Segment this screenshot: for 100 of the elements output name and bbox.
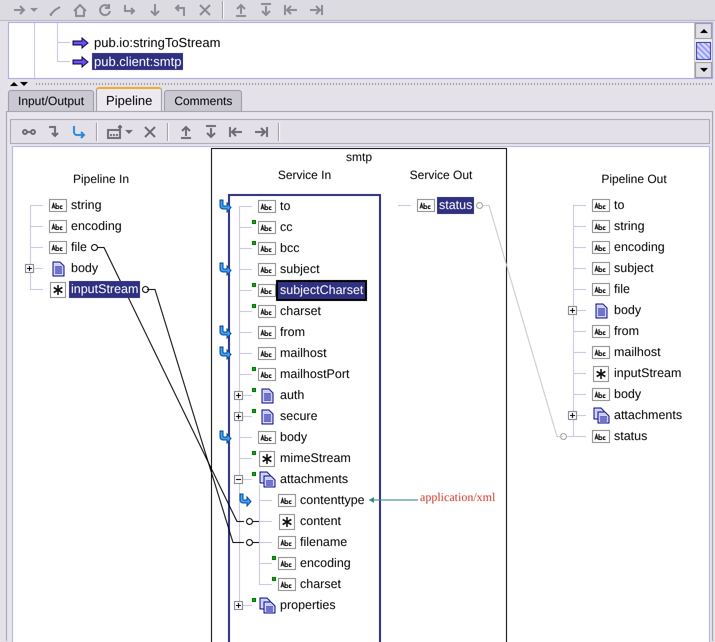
- field-name[interactable]: inputStream: [612, 365, 684, 382]
- field-name[interactable]: attachments: [612, 407, 684, 424]
- field-name[interactable]: status: [612, 428, 650, 445]
- close-icon[interactable]: [197, 2, 213, 18]
- link-handle[interactable]: [476, 202, 484, 209]
- field-name[interactable]: string: [612, 218, 647, 235]
- field-name[interactable]: status: [437, 197, 474, 214]
- column-title: Pipeline Out: [600, 171, 668, 188]
- field-name[interactable]: string: [69, 197, 104, 214]
- field-name[interactable]: body: [612, 302, 644, 319]
- annotation-arrow: [368, 497, 418, 503]
- field-name[interactable]: body: [612, 386, 644, 403]
- link-handle[interactable]: [246, 518, 253, 525]
- link-handle[interactable]: [560, 433, 567, 440]
- field-name[interactable]: to: [278, 198, 292, 215]
- string-icon: [258, 347, 276, 360]
- home-icon[interactable]: [72, 2, 88, 18]
- expand-toggle[interactable]: [25, 264, 34, 273]
- column-title: Pipeline In: [72, 171, 130, 188]
- string-icon: [417, 199, 435, 212]
- field-name[interactable]: mailhostPort: [278, 366, 352, 383]
- string-icon: [278, 494, 296, 507]
- field-name[interactable]: encoding: [69, 218, 124, 235]
- field-name[interactable]: charset: [278, 303, 323, 320]
- string-icon: [278, 557, 296, 570]
- field-name[interactable]: inputStream: [69, 281, 140, 298]
- field-name[interactable]: to: [612, 197, 626, 214]
- caret-icon[interactable]: [30, 6, 38, 14]
- field-name[interactable]: encoding: [612, 239, 667, 256]
- field-name[interactable]: properties: [278, 597, 338, 614]
- string-icon: [592, 388, 610, 401]
- field-name[interactable]: mailhost: [278, 345, 329, 362]
- string-icon: [592, 346, 610, 359]
- annotation-text: application/xml: [420, 490, 496, 505]
- document-list-icon: [258, 471, 276, 488]
- expand-toggle[interactable]: [568, 306, 577, 315]
- object-icon: [279, 514, 295, 530]
- field-name[interactable]: mimeStream: [278, 450, 353, 467]
- string-icon: [258, 284, 276, 297]
- field-name[interactable]: auth: [278, 387, 306, 404]
- caret-icon[interactable]: [125, 128, 133, 136]
- field-name[interactable]: file: [69, 239, 89, 256]
- field-name[interactable]: body: [69, 260, 100, 277]
- field-name[interactable]: attachments: [278, 471, 350, 488]
- expand-toggle[interactable]: [234, 391, 243, 400]
- scroll-up-icon[interactable]: [700, 28, 708, 34]
- field-name[interactable]: charset: [298, 576, 343, 593]
- move-right-icon[interactable]: [308, 2, 324, 18]
- document-icon: [260, 388, 274, 404]
- string-icon: [258, 326, 276, 339]
- collapse-arrow-icon[interactable]: [10, 81, 18, 87]
- object-icon: [50, 282, 66, 298]
- link-handle[interactable]: [246, 539, 253, 546]
- right-arrow-icon: [72, 56, 89, 68]
- scroll-down-icon[interactable]: [700, 67, 708, 73]
- field-name[interactable]: cc: [278, 219, 294, 236]
- string-icon: [258, 263, 276, 276]
- field-name[interactable]: subjectCharset: [278, 282, 366, 299]
- flow-step[interactable]: pub.client:smtp: [92, 53, 184, 70]
- field-name[interactable]: file: [612, 281, 632, 298]
- link-handle[interactable]: [90, 244, 98, 251]
- expand-toggle[interactable]: [568, 411, 577, 420]
- expand-arrow-icon[interactable]: [20, 81, 28, 87]
- link-handle[interactable]: [142, 286, 150, 293]
- document-icon: [594, 302, 608, 318]
- field-name[interactable]: subject: [278, 261, 322, 278]
- collapse-toggle[interactable]: [234, 475, 243, 484]
- object-icon: [259, 450, 275, 466]
- move-left-icon[interactable]: [283, 2, 299, 18]
- tab[interactable]: Input/Output: [8, 90, 94, 111]
- string-icon: [258, 368, 276, 381]
- service-title: smtp: [344, 149, 373, 166]
- field-name[interactable]: subject: [612, 260, 656, 277]
- field-name[interactable]: contenttype: [298, 492, 367, 509]
- return-arrow-icon[interactable]: [172, 2, 188, 18]
- move-down-icon[interactable]: [203, 124, 219, 140]
- field-name[interactable]: from: [612, 323, 641, 340]
- flow-step[interactable]: pub.io:stringToStream: [92, 34, 222, 51]
- curved-arrow-icon[interactable]: [71, 124, 87, 140]
- move-up-icon[interactable]: [233, 2, 249, 18]
- expand-toggle[interactable]: [234, 601, 243, 610]
- tab[interactable]: Pipeline: [96, 87, 162, 111]
- close-icon[interactable]: [142, 124, 158, 140]
- field-name[interactable]: encoding: [298, 555, 353, 572]
- field-name[interactable]: mailhost: [612, 344, 663, 361]
- field-name[interactable]: bcc: [278, 240, 302, 257]
- string-icon: [592, 220, 610, 233]
- string-icon: [49, 199, 67, 212]
- move-down-icon[interactable]: [258, 2, 274, 18]
- string-icon: [592, 283, 610, 296]
- field-name[interactable]: content: [298, 513, 344, 530]
- scrollbar[interactable]: [694, 23, 712, 78]
- field-name[interactable]: filename: [298, 534, 350, 551]
- move-up-icon[interactable]: [178, 124, 194, 140]
- field-name[interactable]: body: [278, 429, 310, 446]
- field-name[interactable]: from: [278, 324, 307, 341]
- field-name[interactable]: secure: [278, 408, 320, 425]
- expand-toggle[interactable]: [234, 412, 243, 421]
- loop-icon[interactable]: [97, 2, 113, 18]
- tab[interactable]: Comments: [164, 90, 242, 111]
